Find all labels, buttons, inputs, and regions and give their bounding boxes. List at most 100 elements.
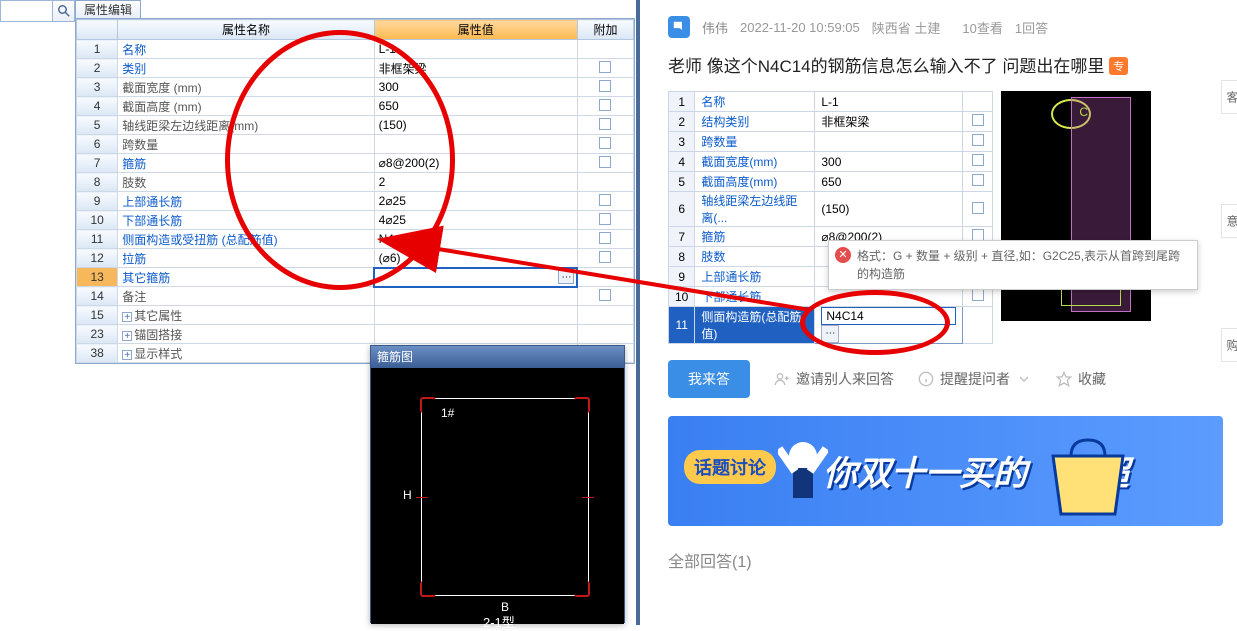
property-row[interactable]: 7箍筋⌀8@200(2) (77, 154, 634, 173)
checkbox[interactable] (599, 118, 611, 130)
qa-user[interactable]: 伟伟 (702, 18, 728, 37)
property-row[interactable]: 15+其它属性 (77, 306, 634, 325)
property-value[interactable]: 非框架梁 (815, 112, 963, 132)
checkbox[interactable] (972, 154, 984, 166)
property-value[interactable]: ⌀8@200(2) (374, 154, 577, 173)
property-row[interactable]: 12拉筋(⌀6) (77, 249, 634, 268)
extra-checkbox-cell (577, 211, 633, 230)
property-row[interactable]: 6跨数量 (77, 135, 634, 154)
property-name: 侧面构造筋(总配筋值) (695, 307, 815, 344)
property-value[interactable]: 4⌀25 (374, 211, 577, 230)
property-row[interactable]: 9上部通长筋2⌀25 (77, 192, 634, 211)
search-strip (0, 0, 75, 22)
property-value[interactable]: ⋯ (815, 307, 963, 344)
property-value[interactable] (374, 306, 577, 325)
extra-checkbox-cell (577, 325, 633, 344)
extra-checkbox-cell (577, 192, 633, 211)
property-value[interactable] (374, 287, 577, 306)
property-value[interactable] (374, 325, 577, 344)
property-row[interactable]: 2类别非框架梁 (77, 59, 634, 78)
row-number: 9 (669, 267, 695, 287)
qa-body: 1名称L-12结构类别非框架梁3跨数量4截面宽度(mm)3005截面高度(mm)… (668, 91, 1229, 344)
property-value[interactable]: (150) (374, 116, 577, 135)
property-value[interactable]: 2⌀25 (374, 192, 577, 211)
property-value[interactable]: ⋯ (374, 268, 577, 287)
checkbox[interactable] (599, 194, 611, 206)
property-value[interactable]: N4⌀14 (374, 230, 577, 249)
promo-person-illustration (778, 428, 828, 523)
property-grid: 属性名称 属性值 附加 1名称L-12类别非框架梁3截面宽度 (mm)3004截… (75, 18, 635, 364)
property-row[interactable]: 4截面高度 (mm)650 (77, 97, 634, 116)
property-value[interactable]: 2 (374, 173, 577, 192)
side-tab-3[interactable]: 购 (1221, 328, 1237, 362)
col-value: 属性值 (374, 20, 577, 40)
property-value[interactable]: (150) (815, 192, 963, 227)
ellipsis-button[interactable]: ⋯ (558, 270, 574, 284)
property-row[interactable]: 13其它箍筋⋯ (77, 268, 634, 287)
ellipsis-button[interactable]: ⋯ (821, 325, 839, 343)
checkbox[interactable] (599, 137, 611, 149)
checkbox[interactable] (599, 213, 611, 225)
property-row[interactable]: 1名称L-1 (77, 40, 634, 59)
checkbox[interactable] (599, 232, 611, 244)
value-input[interactable] (821, 307, 956, 325)
checkbox[interactable] (599, 289, 611, 301)
invite-action[interactable]: 邀请别人来回答 (774, 369, 894, 389)
checkbox[interactable] (972, 174, 984, 186)
qa-answer-count: 1回答 (1015, 18, 1048, 37)
side-tab-2[interactable]: 意 (1221, 204, 1237, 238)
row-number: 1 (77, 40, 118, 59)
property-row[interactable]: 23+锚固搭接 (77, 325, 634, 344)
property-row[interactable]: 11侧面构造或受扭筋 (总配筋值)N4⌀14 (77, 230, 634, 249)
property-row[interactable]: 3截面宽度 (mm)300 (77, 78, 634, 97)
row-number: 8 (669, 247, 695, 267)
property-row[interactable]: 8肢数2 (77, 173, 634, 192)
chevron-down-icon (1016, 371, 1032, 387)
property-value[interactable]: 300 (374, 78, 577, 97)
extra-checkbox-cell (577, 306, 633, 325)
property-value[interactable]: 300 (815, 152, 963, 172)
side-tab-1[interactable]: 客 (1221, 80, 1237, 114)
extra-checkbox-cell (577, 287, 633, 306)
expand-icon[interactable]: + (122, 331, 132, 341)
checkbox[interactable] (599, 80, 611, 92)
checkbox[interactable] (599, 251, 611, 263)
extra-checkbox-cell (963, 192, 993, 227)
remind-action[interactable]: 提醒提问者 (918, 369, 1032, 389)
property-row[interactable]: 10下部通长筋4⌀25 (77, 211, 634, 230)
favorite-action[interactable]: 收藏 (1056, 369, 1106, 389)
checkbox[interactable] (972, 134, 984, 146)
extra-checkbox-cell (963, 132, 993, 152)
promo-banner[interactable]: 话题讨论 你双十一买的 最超 (668, 416, 1223, 526)
property-value[interactable]: L-1 (374, 40, 577, 59)
checkbox[interactable] (972, 202, 984, 214)
tab-property-edit[interactable]: 属性编辑 (75, 0, 141, 18)
checkbox[interactable] (972, 289, 984, 301)
row-number: 12 (77, 249, 118, 268)
qa-property-row: 1名称L-1 (669, 92, 993, 112)
property-value[interactable]: 650 (374, 97, 577, 116)
answer-button[interactable]: 我来答 (668, 360, 750, 398)
qa-time: 2022-11-20 10:59:05 (740, 20, 860, 35)
extra-checkbox-cell (577, 173, 633, 192)
property-value[interactable]: 非框架梁 (374, 59, 577, 78)
search-icon[interactable] (52, 1, 74, 21)
property-value[interactable] (815, 132, 963, 152)
property-row[interactable]: 14备注 (77, 287, 634, 306)
extra-checkbox-cell (577, 249, 633, 268)
property-value[interactable]: 650 (815, 172, 963, 192)
property-name: +其它属性 (118, 306, 374, 325)
checkbox[interactable] (972, 114, 984, 126)
property-value[interactable] (374, 135, 577, 154)
col-extra: 附加 (577, 20, 633, 40)
expand-icon[interactable]: + (122, 350, 132, 360)
checkbox[interactable] (599, 156, 611, 168)
property-row[interactable]: 5轴线距梁左边线距离(mm)(150) (77, 116, 634, 135)
property-value[interactable]: (⌀6) (374, 249, 577, 268)
search-input[interactable] (2, 2, 52, 20)
expand-icon[interactable]: + (122, 312, 132, 322)
property-value[interactable]: L-1 (815, 92, 963, 112)
property-name: 肢数 (695, 247, 815, 267)
checkbox[interactable] (599, 61, 611, 73)
checkbox[interactable] (599, 99, 611, 111)
